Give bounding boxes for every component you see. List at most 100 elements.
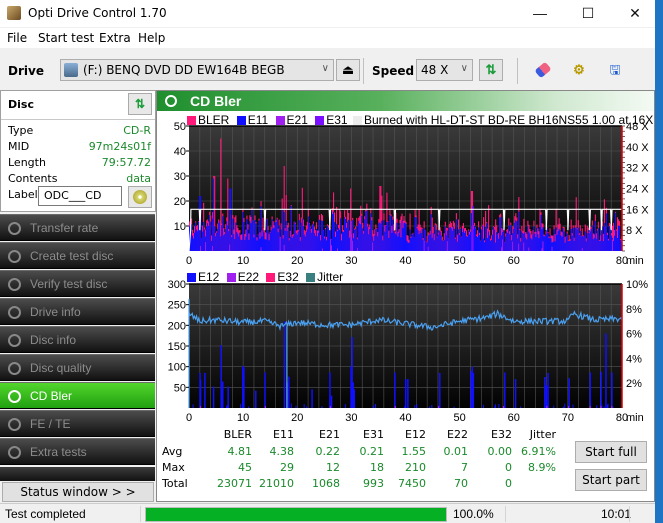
e11-bar <box>439 231 441 251</box>
nav-item-transfer-rate[interactable]: Transfer rate <box>0 214 155 241</box>
e11-bar <box>236 231 238 251</box>
menu-start-test[interactable]: Start test <box>38 31 94 45</box>
menu-file[interactable]: File <box>7 31 27 45</box>
e11-bar <box>264 239 266 251</box>
e11-bar <box>521 231 523 251</box>
save-button[interactable]: 🖫 <box>603 59 627 81</box>
e11-bar <box>383 220 385 251</box>
e21-bar <box>518 243 520 251</box>
e11-bar <box>550 238 552 251</box>
e21-bar <box>329 239 332 251</box>
y2-tick-label: 32 X <box>626 163 649 175</box>
settings-button[interactable]: ⚙ <box>567 59 591 81</box>
disc-label-button[interactable] <box>128 186 152 208</box>
nav-item-disc-quality[interactable]: Disc quality <box>0 354 155 381</box>
e11-bar <box>527 226 529 251</box>
nav-item-extra-tests[interactable]: Extra tests <box>0 438 155 465</box>
e11-bar <box>426 242 428 251</box>
eject-button[interactable]: ⏏ <box>336 59 360 81</box>
e11-bar <box>576 229 578 251</box>
e11-bar <box>277 232 279 251</box>
start-part-button[interactable]: Start part <box>575 469 647 491</box>
disc-refresh-button[interactable]: ⇅ <box>128 93 152 115</box>
menu-help[interactable]: Help <box>138 31 165 45</box>
stats-cell: 70 <box>454 477 468 490</box>
e11-bar <box>214 226 216 251</box>
e11-bar <box>225 229 227 251</box>
e11-bar <box>487 238 489 251</box>
y-tick-label: 30 <box>174 171 186 183</box>
e21-bar <box>283 244 285 251</box>
e11-bar <box>541 229 543 251</box>
e11-bar <box>303 234 305 251</box>
refresh-speed-button[interactable]: ⇅ <box>479 59 503 81</box>
e11-bar <box>469 231 472 251</box>
e11-bar <box>331 214 334 251</box>
nav-item-verify-test-disc[interactable]: Verify test disc <box>0 270 155 297</box>
e21-bar <box>330 245 333 251</box>
y-tick-label: 10 <box>174 221 186 233</box>
e21-bar <box>423 240 425 251</box>
e11-bar <box>307 216 309 251</box>
stats-row-label: Total <box>162 477 188 490</box>
e11-bar <box>484 242 486 251</box>
e11-bar <box>546 227 548 251</box>
e11-bar <box>397 236 399 251</box>
e11-bar <box>429 234 431 251</box>
disc-label-input[interactable]: ODC___CD <box>38 186 122 206</box>
x-tick-label: 40 <box>399 412 411 424</box>
status-window-button[interactable]: Status window > > <box>2 482 154 502</box>
e11-bar <box>274 222 276 251</box>
nav-item-drive-info[interactable]: Drive info <box>0 298 155 325</box>
e11-bar <box>407 242 409 251</box>
start-full-button[interactable]: Start full <box>575 441 647 463</box>
nav-item-cd-bler[interactable]: CD Bler <box>0 382 155 409</box>
stats-header: E21 <box>319 428 340 441</box>
e11-bar <box>229 188 231 251</box>
nav-item-fe-te[interactable]: FE / TE <box>0 410 155 437</box>
e11-bar <box>327 227 330 251</box>
x-axis-unit: min <box>626 255 644 267</box>
y-tick-label: 200 <box>168 320 186 332</box>
e11-bar <box>613 235 616 251</box>
e12-bar <box>600 371 602 408</box>
e12-bar <box>227 386 229 408</box>
e11-bar <box>233 234 235 251</box>
e11-bar <box>564 242 566 251</box>
e11-bar <box>363 233 365 251</box>
y-tick-label: 40 <box>174 146 186 158</box>
e11-bar <box>348 219 350 251</box>
e11-bar <box>324 229 327 251</box>
close-button[interactable]: ✕ <box>612 0 658 27</box>
x-tick-label: 40 <box>399 255 411 267</box>
nav-item-disc-info[interactable]: Disc info <box>0 326 155 353</box>
nav-item-create-test-disc[interactable]: Create test disc <box>0 242 155 269</box>
e11-bar <box>268 240 270 251</box>
e11-bar <box>588 233 590 251</box>
drive-select[interactable]: (F:) BENQ DVD DD EW164B BEGB ∨ <box>60 59 334 81</box>
e11-bar <box>232 218 234 251</box>
e11-bar <box>590 228 592 251</box>
e11-bar <box>366 210 368 251</box>
y2-tick-label: 24 X <box>626 184 649 196</box>
e21-bar <box>542 241 544 251</box>
e11-bar <box>587 230 589 251</box>
e11-bar <box>265 239 267 251</box>
e12-bar <box>495 404 497 408</box>
e11-bar <box>260 206 262 251</box>
e11-bar <box>316 236 318 251</box>
progress-label: 100.0% <box>453 507 494 521</box>
erase-button[interactable] <box>531 59 555 81</box>
menu-extra[interactable]: Extra <box>99 31 131 45</box>
e11-bar <box>568 241 570 251</box>
maximize-button[interactable]: ☐ <box>565 0 611 27</box>
e11-bar <box>211 240 213 251</box>
e11-bar <box>618 225 621 251</box>
e11-bar <box>219 221 221 251</box>
minimize-button[interactable]: — <box>517 0 563 27</box>
e11-bar <box>495 242 497 251</box>
e11-bar <box>456 241 458 251</box>
e11-bar <box>403 222 405 251</box>
e12-bar <box>431 405 433 408</box>
speed-select[interactable]: 48 X ∨ <box>416 59 473 81</box>
